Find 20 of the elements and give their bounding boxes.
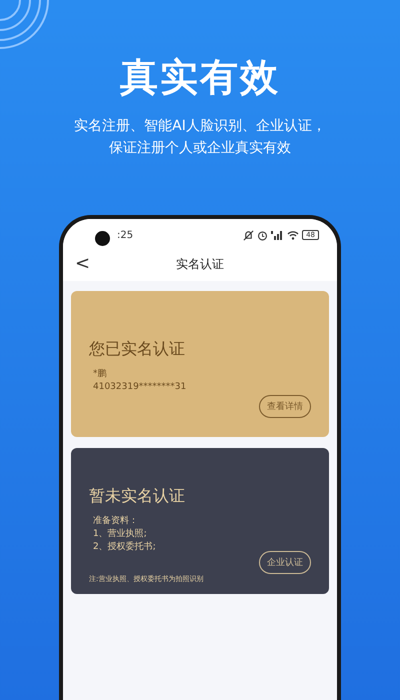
mute-bell-icon [243, 230, 254, 240]
card-text: 2、授权委托书; [93, 541, 157, 554]
back-button[interactable]: < [71, 253, 94, 274]
alarm-icon [257, 230, 268, 240]
status-time: :25 [117, 230, 134, 240]
card-action-button[interactable]: 企业认证 [259, 551, 311, 574]
subtitle-line: 实名注册、智能AI人脸识别、企业认证， [74, 117, 326, 135]
card-action-button[interactable]: 查看详情 [259, 395, 311, 418]
card-text: 1、营业执照; [93, 528, 148, 541]
wifi-icon [287, 230, 300, 240]
signal-icon [271, 230, 284, 240]
card-title: 暂未实名认证 [89, 486, 186, 507]
headline: 真实有效 [120, 54, 280, 101]
card-title: 您已实名认证 [89, 339, 186, 360]
camera-icon [95, 231, 110, 246]
card-text: 41032319********31 [93, 381, 188, 394]
subtitle-line: 保证注册个人或企业真实有效 [109, 139, 291, 157]
card-text: *鹏 [93, 368, 108, 381]
screen-title: 实名认证 [176, 256, 224, 272]
card-text: 准备资料： [93, 515, 139, 528]
